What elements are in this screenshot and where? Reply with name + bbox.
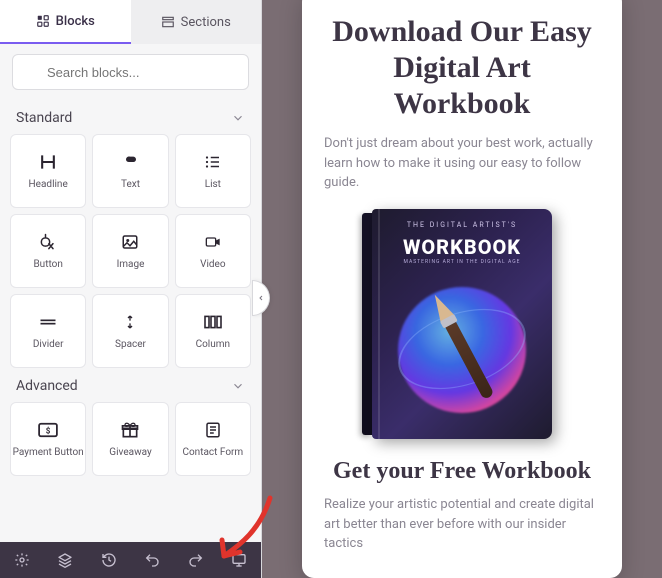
block-label: Contact Form — [182, 447, 243, 459]
block-column[interactable]: Column — [175, 294, 251, 368]
block-label: Spacer — [115, 339, 146, 351]
tab-blocks-label: Blocks — [56, 14, 95, 29]
preview-area: Download Our Easy Digital Art Workbook D… — [262, 0, 662, 578]
block-list[interactable]: List — [175, 134, 251, 208]
list-icon — [204, 151, 222, 173]
blocks-panel: Blocks Sections Standard Headline Text — [0, 0, 262, 578]
section-advanced-header[interactable]: Advanced — [0, 368, 261, 402]
block-divider[interactable]: Divider — [10, 294, 86, 368]
book-tag: MASTERING ART IN THE DIGITAL AGE — [372, 259, 552, 265]
video-icon — [203, 231, 223, 253]
form-icon — [204, 419, 222, 441]
block-button[interactable]: Button — [10, 214, 86, 288]
block-giveaway[interactable]: Giveaway — [92, 402, 168, 476]
block-text[interactable]: Text — [92, 134, 168, 208]
block-contact-form[interactable]: Contact Form — [175, 402, 251, 476]
book-image: THE DIGITAL ARTIST'S WORKBOOK THE DIGITA… — [372, 209, 552, 439]
chevron-left-icon — [257, 292, 265, 304]
block-label: Headline — [29, 179, 68, 191]
block-label: Text — [121, 179, 140, 191]
settings-button[interactable] — [0, 542, 44, 578]
block-image[interactable]: Image — [92, 214, 168, 288]
chevron-down-icon — [231, 379, 245, 393]
panel-tabs: Blocks Sections — [0, 0, 261, 44]
image-icon — [120, 231, 140, 253]
book-supertitle: THE DIGITAL ARTIST'S — [372, 221, 552, 229]
search-input[interactable] — [12, 54, 249, 90]
block-label: Divider — [33, 339, 64, 351]
column-icon — [203, 311, 223, 333]
standard-blocks-grid: Headline Text List Button Image Video Di… — [0, 134, 261, 368]
button-icon — [38, 231, 58, 253]
preview-card: Download Our Easy Digital Art Workbook D… — [302, 0, 622, 578]
payment-icon: $ — [37, 419, 59, 441]
book-title: WORKBOOK — [372, 235, 552, 259]
undo-button[interactable] — [131, 542, 175, 578]
block-video[interactable]: Video — [175, 214, 251, 288]
spacer-icon — [122, 311, 138, 333]
preview-cta-sub: Realize your artistic potential and crea… — [324, 495, 600, 554]
block-spacer[interactable]: Spacer — [92, 294, 168, 368]
block-headline[interactable]: Headline — [10, 134, 86, 208]
block-label: Giveaway — [109, 447, 151, 459]
sections-icon — [161, 15, 175, 29]
chevron-down-icon — [231, 111, 245, 125]
tab-sections[interactable]: Sections — [131, 0, 262, 44]
section-standard-label: Standard — [16, 110, 72, 126]
svg-text:$: $ — [46, 427, 51, 436]
preview-cta-title: Get your Free Workbook — [324, 457, 600, 486]
blocks-icon — [36, 14, 50, 28]
block-label: Column — [196, 339, 230, 351]
advanced-blocks-grid: $ Payment Button Giveaway Contact Form — [0, 402, 261, 476]
giveaway-icon — [120, 419, 140, 441]
section-advanced-label: Advanced — [16, 378, 78, 394]
layers-button[interactable] — [44, 542, 88, 578]
section-standard-header[interactable]: Standard — [0, 100, 261, 134]
block-label: List — [205, 179, 221, 191]
tab-sections-label: Sections — [181, 15, 231, 30]
headline-icon — [38, 151, 58, 173]
block-label: Button — [33, 259, 62, 271]
redo-button[interactable] — [174, 542, 218, 578]
tab-blocks[interactable]: Blocks — [0, 0, 131, 44]
preview-title: Download Our Easy Digital Art Workbook — [324, 14, 600, 122]
text-icon — [122, 151, 138, 173]
preview-subtitle: Don't just dream about your best work, a… — [324, 134, 600, 193]
block-payment-button[interactable]: $ Payment Button — [10, 402, 86, 476]
block-label: Payment Button — [13, 447, 84, 459]
preview-button[interactable] — [218, 542, 262, 578]
bottom-toolbar — [0, 542, 261, 578]
block-label: Video — [200, 259, 225, 271]
history-button[interactable] — [87, 542, 131, 578]
divider-icon — [38, 311, 58, 333]
block-label: Image — [117, 259, 145, 271]
